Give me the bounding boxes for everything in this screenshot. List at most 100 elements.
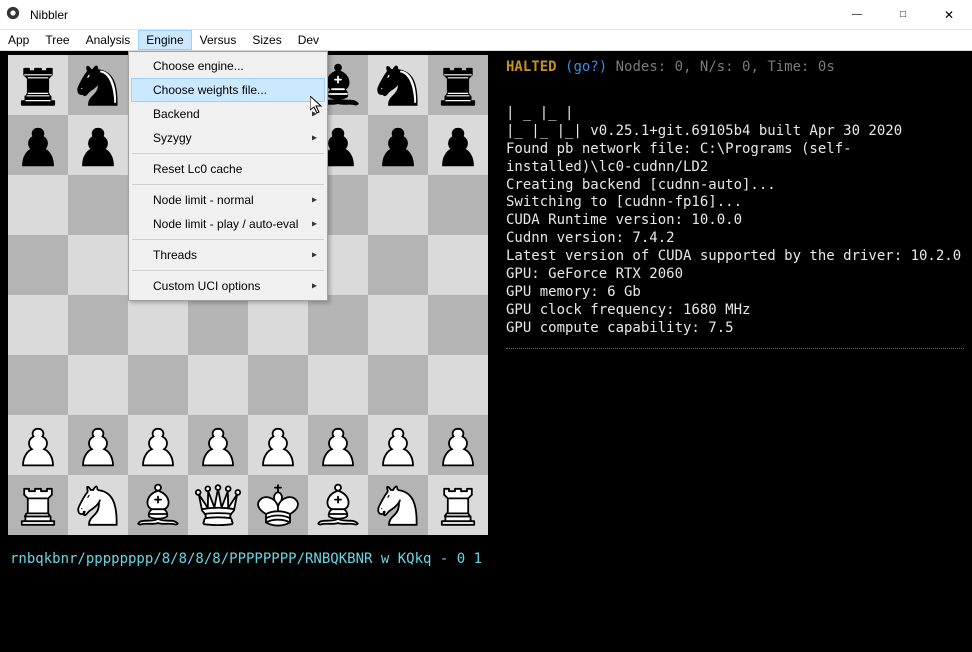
window-close-button[interactable]: ✕ — [926, 0, 972, 30]
piece-bP[interactable] — [11, 118, 65, 172]
console-line: GPU compute capability: 7.5 — [506, 320, 964, 338]
menu-tree[interactable]: Tree — [37, 30, 77, 50]
window-maximize-button[interactable]: □ — [880, 0, 926, 30]
board-square[interactable] — [248, 355, 308, 415]
menu-app[interactable]: App — [0, 30, 37, 50]
board-square[interactable] — [188, 475, 248, 535]
engine-menu-syzygy[interactable]: Syzygy — [131, 126, 325, 150]
menu-analysis[interactable]: Analysis — [78, 30, 139, 50]
board-square[interactable] — [368, 235, 428, 295]
menu-sizes[interactable]: Sizes — [244, 30, 289, 50]
piece-wP[interactable] — [431, 418, 485, 472]
menu-separator — [132, 153, 324, 154]
board-square[interactable] — [428, 115, 488, 175]
piece-bN[interactable] — [71, 58, 125, 112]
board-square[interactable] — [8, 415, 68, 475]
piece-bP[interactable] — [371, 118, 425, 172]
menu-dev[interactable]: Dev — [290, 30, 327, 50]
engine-menu-choose-engine[interactable]: Choose engine... — [131, 54, 325, 78]
board-square[interactable] — [68, 115, 128, 175]
piece-bR[interactable] — [11, 58, 65, 112]
board-square[interactable] — [308, 355, 368, 415]
mouse-cursor-icon — [310, 96, 326, 116]
engine-menu-dropdown: Choose engine...Choose weights file...Ba… — [128, 51, 328, 301]
menu-versus[interactable]: Versus — [192, 30, 245, 50]
board-square[interactable] — [368, 295, 428, 355]
board-square[interactable] — [8, 235, 68, 295]
board-square[interactable] — [248, 475, 308, 535]
engine-menu-reset-lc0-cache[interactable]: Reset Lc0 cache — [131, 157, 325, 181]
board-square[interactable] — [248, 415, 308, 475]
board-square[interactable] — [8, 475, 68, 535]
engine-menu-node-limit-play-auto-eval[interactable]: Node limit - play / auto-eval — [131, 212, 325, 236]
board-square[interactable] — [68, 355, 128, 415]
console-line: Switching to [cudnn-fp16]... — [506, 194, 964, 212]
piece-bP[interactable] — [431, 118, 485, 172]
board-square[interactable] — [308, 295, 368, 355]
piece-wQ[interactable] — [191, 478, 245, 532]
board-square[interactable] — [428, 295, 488, 355]
board-square[interactable] — [368, 415, 428, 475]
piece-wP[interactable] — [191, 418, 245, 472]
piece-wP[interactable] — [311, 418, 365, 472]
board-square[interactable] — [428, 475, 488, 535]
engine-menu-node-limit-normal[interactable]: Node limit - normal — [131, 188, 325, 212]
app-icon — [0, 6, 26, 23]
piece-bR[interactable] — [431, 58, 485, 112]
board-square[interactable] — [308, 415, 368, 475]
board-square[interactable] — [428, 415, 488, 475]
board-square[interactable] — [248, 295, 308, 355]
board-square[interactable] — [128, 415, 188, 475]
board-square[interactable] — [188, 355, 248, 415]
piece-wP[interactable] — [11, 418, 65, 472]
board-square[interactable] — [68, 475, 128, 535]
board-square[interactable] — [8, 115, 68, 175]
engine-menu-backend[interactable]: Backend — [131, 102, 325, 126]
piece-wB[interactable] — [131, 478, 185, 532]
board-square[interactable] — [68, 175, 128, 235]
console-line: |_ |_ |_| v0.25.1+git.69105b4 built Apr … — [506, 123, 964, 141]
board-square[interactable] — [308, 475, 368, 535]
board-square[interactable] — [68, 415, 128, 475]
board-square[interactable] — [68, 55, 128, 115]
board-square[interactable] — [368, 475, 428, 535]
engine-menu-choose-weights-file[interactable]: Choose weights file... — [131, 78, 325, 102]
board-square[interactable] — [8, 355, 68, 415]
menu-engine[interactable]: Engine — [138, 30, 191, 50]
piece-wN[interactable] — [371, 478, 425, 532]
board-square[interactable] — [428, 355, 488, 415]
board-square[interactable] — [368, 175, 428, 235]
board-square[interactable] — [8, 295, 68, 355]
board-square[interactable] — [128, 475, 188, 535]
piece-wP[interactable] — [371, 418, 425, 472]
board-square[interactable] — [428, 175, 488, 235]
board-square[interactable] — [128, 355, 188, 415]
board-square[interactable] — [8, 55, 68, 115]
board-square[interactable] — [368, 55, 428, 115]
board-square[interactable] — [8, 175, 68, 235]
board-square[interactable] — [428, 235, 488, 295]
piece-bN[interactable] — [371, 58, 425, 112]
piece-wR[interactable] — [431, 478, 485, 532]
board-square[interactable] — [188, 415, 248, 475]
piece-wB[interactable] — [311, 478, 365, 532]
board-square[interactable] — [368, 115, 428, 175]
board-square[interactable] — [368, 355, 428, 415]
engine-menu-custom-uci-options[interactable]: Custom UCI options — [131, 274, 325, 298]
window-minimize-button[interactable]: — — [834, 0, 880, 30]
board-square[interactable] — [68, 235, 128, 295]
piece-wP[interactable] — [131, 418, 185, 472]
piece-wN[interactable] — [71, 478, 125, 532]
board-square[interactable] — [68, 295, 128, 355]
piece-bP[interactable] — [71, 118, 125, 172]
board-square[interactable] — [188, 295, 248, 355]
piece-wR[interactable] — [11, 478, 65, 532]
console-output: | _ |_ ||_ |_ |_| v0.25.1+git.69105b4 bu… — [506, 105, 964, 338]
board-square[interactable] — [428, 55, 488, 115]
piece-wP[interactable] — [71, 418, 125, 472]
go-link[interactable]: (go?) — [565, 59, 607, 75]
piece-wP[interactable] — [251, 418, 305, 472]
piece-wK[interactable] — [251, 478, 305, 532]
engine-menu-threads[interactable]: Threads — [131, 243, 325, 267]
board-square[interactable] — [128, 295, 188, 355]
